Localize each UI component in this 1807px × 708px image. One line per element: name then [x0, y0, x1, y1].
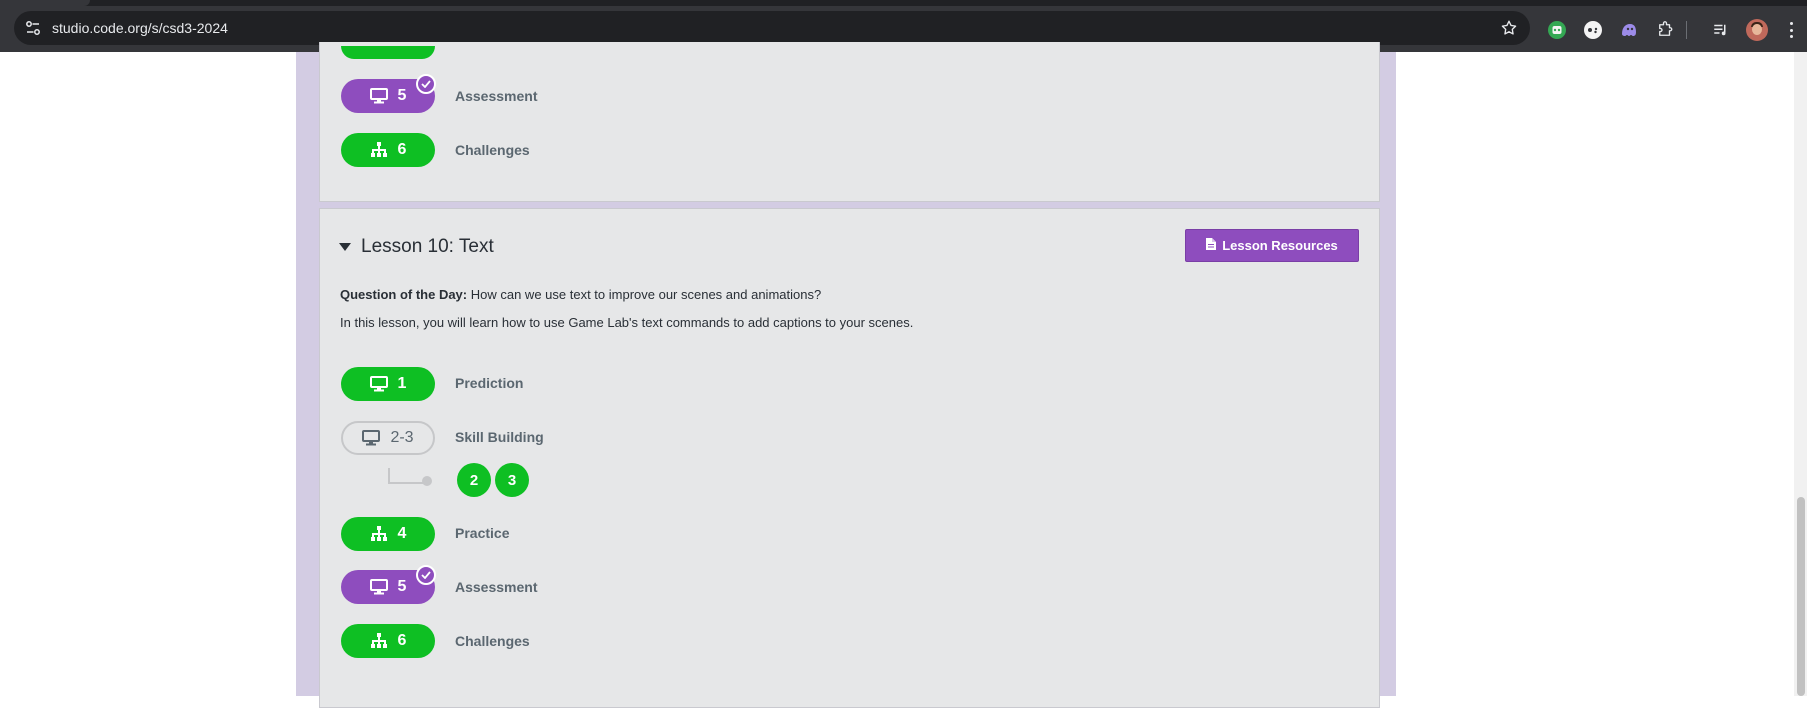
level-number: 5 — [397, 87, 407, 104]
monitor-icon — [369, 578, 388, 596]
level-number: 2-3 — [390, 429, 414, 446]
level-label-assessment[interactable]: Assessment — [455, 579, 538, 595]
previous-lesson-card — [319, 42, 1380, 202]
monitor-icon — [362, 429, 381, 447]
media-control-icon[interactable] — [1711, 20, 1731, 40]
level-label-challenges[interactable]: Challenges — [455, 633, 530, 649]
lesson-title[interactable]: Lesson 10: Text — [339, 236, 494, 258]
hierarchy-icon — [370, 632, 388, 650]
level-pill-prediction[interactable]: 1 — [341, 367, 435, 401]
level-label-prediction[interactable]: Prediction — [455, 375, 523, 391]
sublevel-bubble-3[interactable]: 3 — [495, 463, 529, 497]
hierarchy-icon — [370, 141, 388, 159]
document-icon — [1206, 238, 1217, 253]
level-pill-partial[interactable] — [341, 46, 435, 59]
collapse-caret-icon[interactable] — [339, 243, 351, 251]
question-of-the-day: Question of the Day: How can we use text… — [340, 287, 821, 302]
level-label-challenges-previous[interactable]: Challenges — [455, 142, 530, 158]
lesson-title-text: Lesson 10: Text — [361, 236, 494, 257]
hierarchy-icon — [370, 525, 388, 543]
sublevel-connector-dot — [422, 476, 432, 486]
monitor-icon — [369, 375, 388, 393]
puzzle-extensions-icon[interactable] — [1655, 20, 1675, 40]
ghost-extension-icon[interactable] — [1619, 20, 1639, 40]
robot-extension-icon[interactable] — [1547, 20, 1567, 40]
address-bar[interactable]: studio.code.org/s/csd3-2024 — [14, 11, 1530, 45]
level-pill-challenges-previous[interactable]: 6 — [341, 133, 435, 167]
level-number: 6 — [397, 632, 407, 649]
level-number: 4 — [397, 525, 407, 542]
level-label-assessment-previous[interactable]: Assessment — [455, 88, 538, 104]
level-pill-skill-building[interactable]: 2-3 — [341, 421, 435, 455]
toolbar-separator — [1686, 21, 1687, 39]
bookmark-star-icon[interactable] — [1500, 19, 1518, 37]
site-settings-icon[interactable] — [24, 19, 42, 37]
lesson-resources-button[interactable]: Lesson Resources — [1185, 229, 1359, 262]
level-label-skill-building[interactable]: Skill Building — [455, 429, 544, 445]
avatar-face — [1752, 24, 1762, 35]
level-pill-practice[interactable]: 4 — [341, 517, 435, 551]
page-viewport — [0, 42, 1807, 708]
level-number: 1 — [397, 375, 407, 392]
lesson-description: In this lesson, you will learn how to us… — [340, 315, 914, 330]
profile-avatar[interactable] — [1746, 19, 1768, 41]
scrollbar-thumb[interactable] — [1797, 497, 1805, 696]
url-text[interactable]: studio.code.org/s/csd3-2024 — [52, 20, 228, 36]
assessment-check-icon — [416, 74, 436, 94]
level-label-practice[interactable]: Practice — [455, 525, 509, 541]
question-text: How can we use text to improve our scene… — [467, 287, 822, 302]
level-number: 5 — [397, 578, 407, 595]
level-number: 6 — [397, 141, 407, 158]
monitor-icon — [369, 87, 388, 105]
assessment-check-icon — [416, 565, 436, 585]
sublevel-bubble-2[interactable]: 2 — [457, 463, 491, 497]
level-pill-challenges[interactable]: 6 — [341, 624, 435, 658]
question-label: Question of the Day: — [340, 287, 468, 302]
scrollbar-track[interactable] — [1794, 52, 1807, 696]
gamepad-extension-icon[interactable] — [1583, 20, 1603, 40]
browser-menu-icon[interactable] — [1789, 22, 1793, 38]
lesson-resources-label: Lesson Resources — [1222, 238, 1338, 253]
